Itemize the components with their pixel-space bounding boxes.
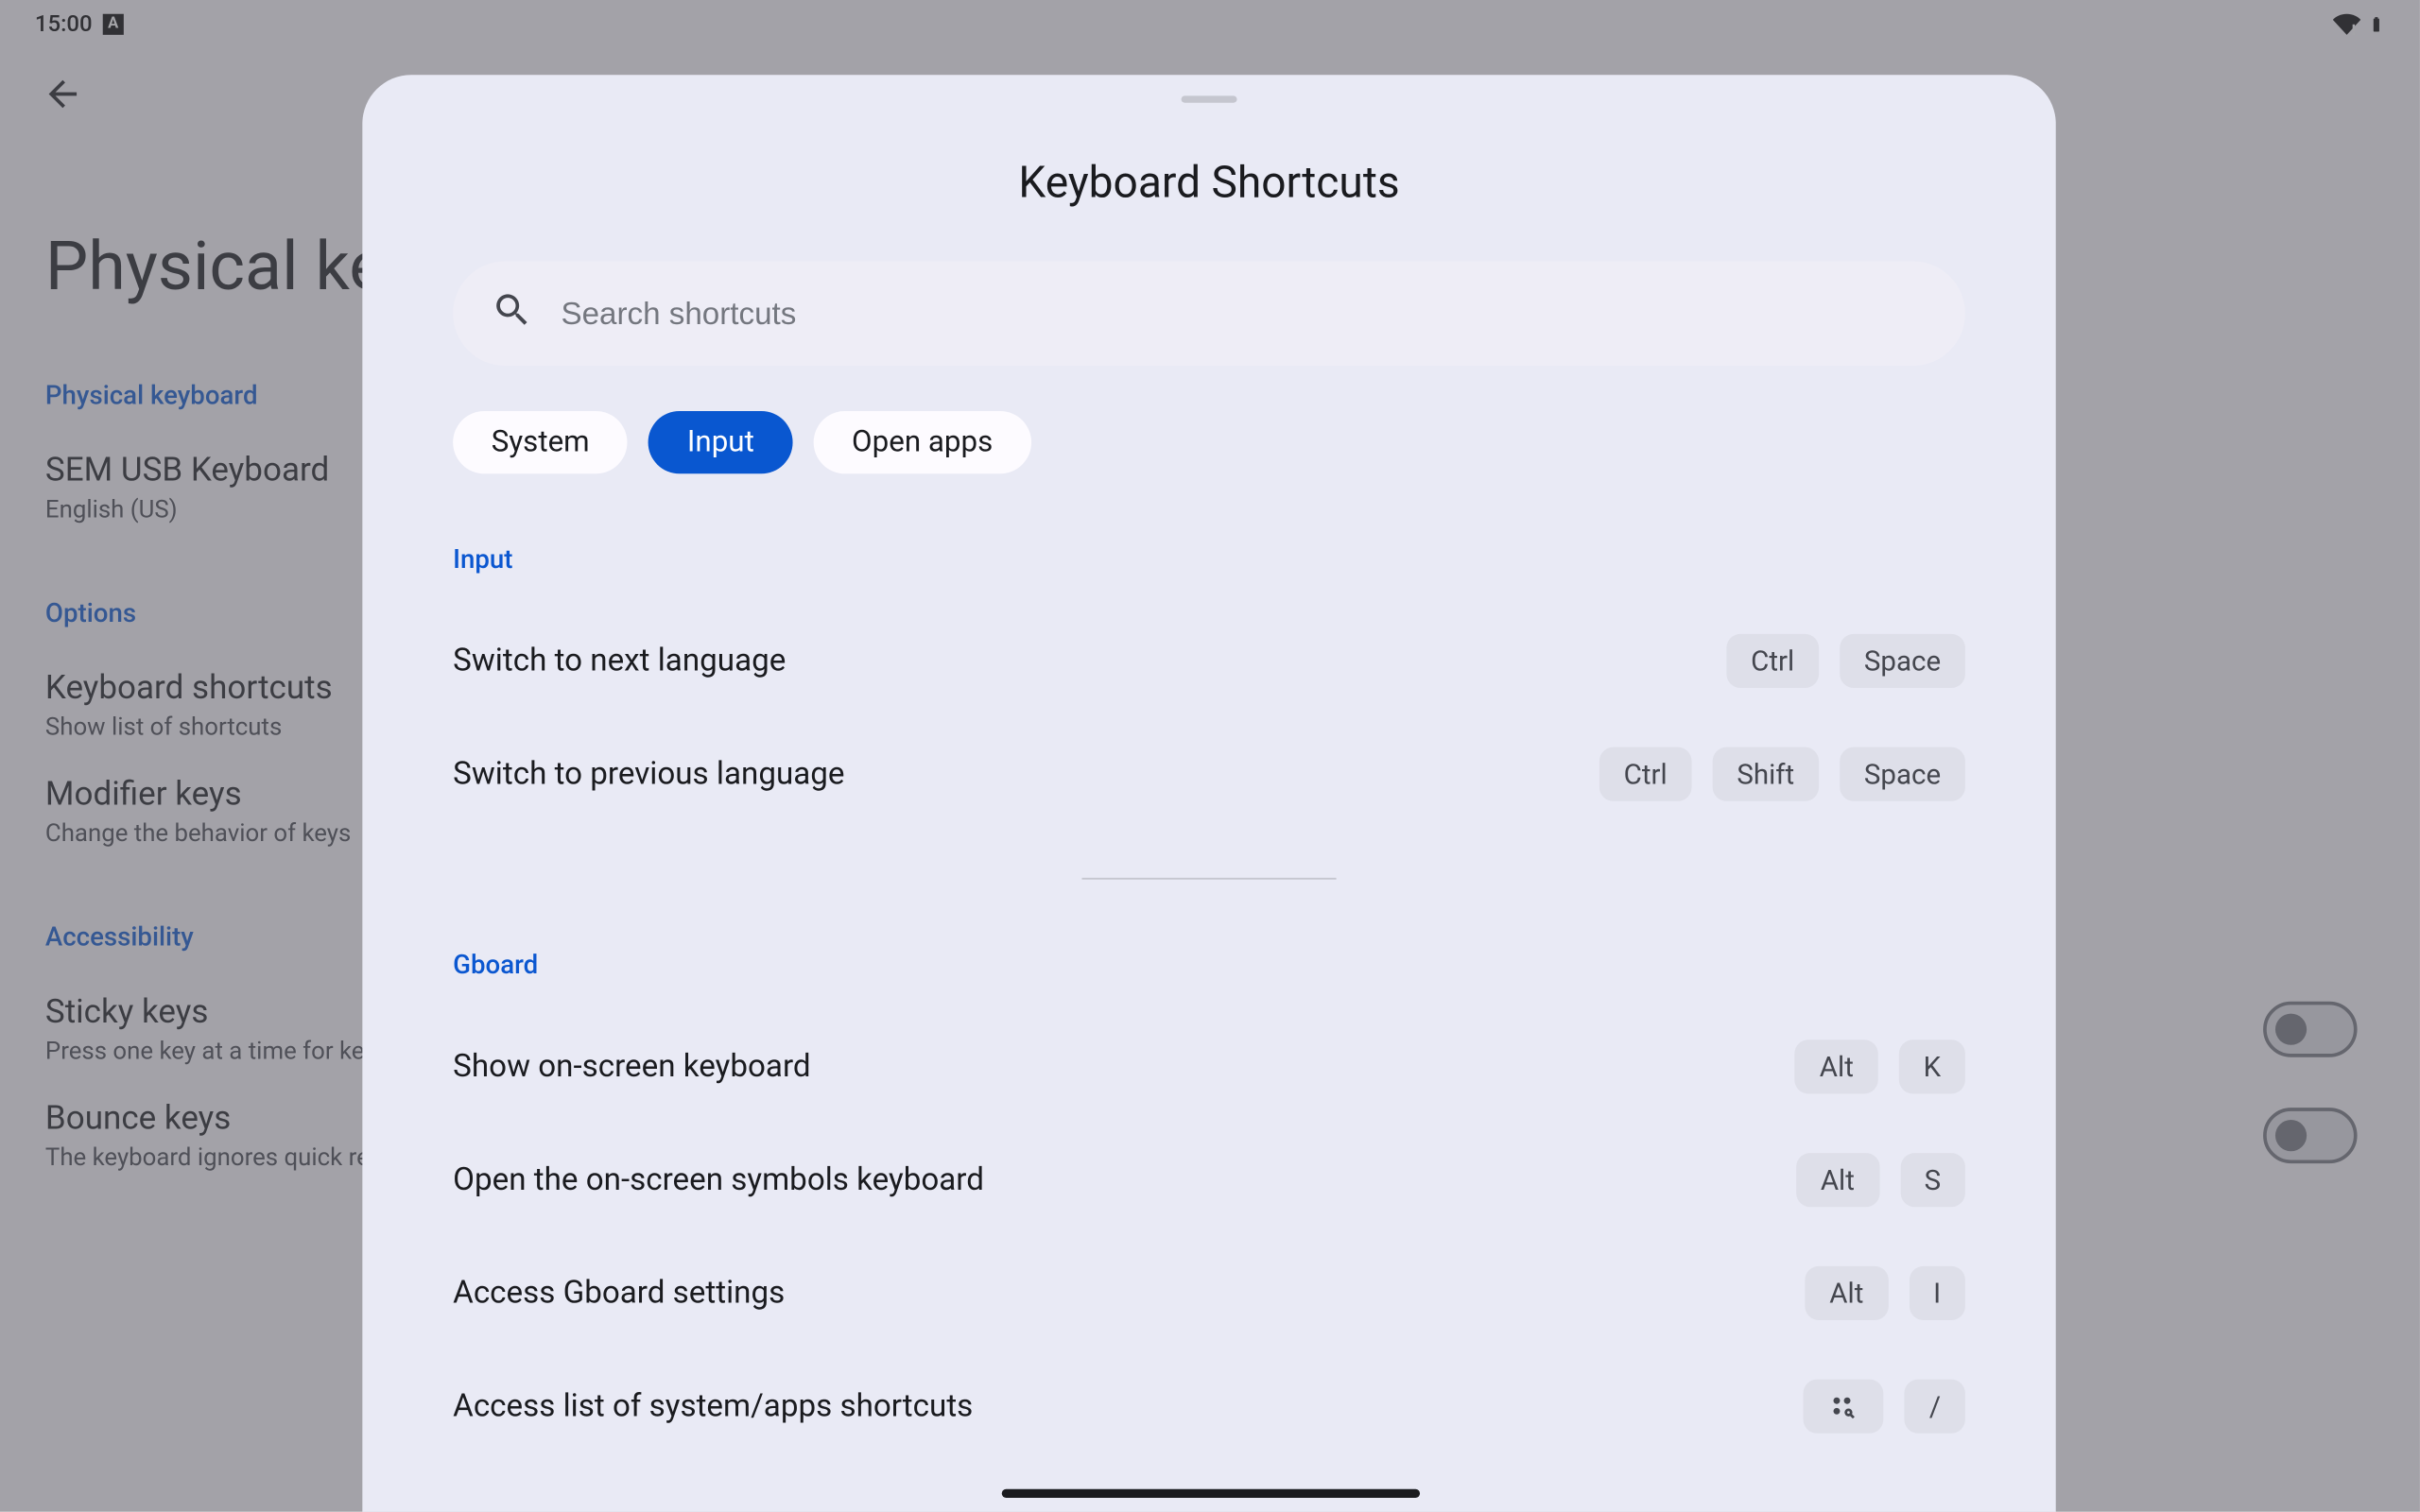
shortcut-label: Open the on-screen symbols keyboard xyxy=(453,1161,984,1198)
key-k: K xyxy=(1899,1040,1965,1093)
search-field[interactable] xyxy=(453,261,1965,366)
shortcut-label: Switch to next language xyxy=(453,643,786,679)
shortcut-row-system-apps-list: Access list of system/apps shortcuts / xyxy=(453,1380,1965,1434)
keyboard-shortcuts-sheet: Keyboard Shortcuts System Input Open app… xyxy=(362,75,2055,1511)
key-alt: Alt xyxy=(1796,1153,1879,1207)
section-divider xyxy=(1082,878,1337,880)
section-header-input: Input xyxy=(453,543,1965,575)
tab-input[interactable]: Input xyxy=(648,411,792,473)
key-action-icon xyxy=(1804,1380,1884,1434)
key-space: Space xyxy=(1840,634,1965,688)
shortcut-row-gboard-settings: Access Gboard settings Alt I xyxy=(453,1266,1965,1320)
shortcut-row-show-keyboard: Show on-screen keyboard Alt K xyxy=(453,1040,1965,1093)
key-alt: Alt xyxy=(1805,1266,1888,1320)
key-shift: Shift xyxy=(1713,747,1819,801)
shortcut-row-prev-language: Switch to previous language Ctrl Shift S… xyxy=(453,747,1965,801)
key-s: S xyxy=(1900,1153,1965,1207)
key-slash: / xyxy=(1905,1380,1965,1434)
shortcut-label: Access Gboard settings xyxy=(453,1275,785,1312)
key-space: Space xyxy=(1840,747,1965,801)
search-icon xyxy=(492,289,533,338)
shortcut-row-next-language: Switch to next language Ctrl Space xyxy=(453,634,1965,688)
section-header-gboard: Gboard xyxy=(453,949,1965,980)
nav-bar-pill[interactable] xyxy=(1001,1489,1419,1498)
tab-open-apps[interactable]: Open apps xyxy=(814,411,1031,473)
key-alt: Alt xyxy=(1795,1040,1878,1093)
shortcut-row-symbols-keyboard: Open the on-screen symbols keyboard Alt … xyxy=(453,1153,1965,1207)
key-ctrl: Ctrl xyxy=(1726,634,1819,688)
tab-system[interactable]: System xyxy=(453,411,628,473)
key-ctrl: Ctrl xyxy=(1599,747,1692,801)
modal-title: Keyboard Shortcuts xyxy=(362,159,2055,209)
shortcut-label: Access list of system/apps shortcuts xyxy=(453,1388,973,1425)
shortcut-label: Show on-screen keyboard xyxy=(453,1048,810,1085)
shortcut-label: Switch to previous language xyxy=(453,756,844,793)
search-input[interactable] xyxy=(561,295,1927,332)
drag-handle[interactable] xyxy=(1182,95,1237,102)
key-i: I xyxy=(1909,1266,1965,1320)
